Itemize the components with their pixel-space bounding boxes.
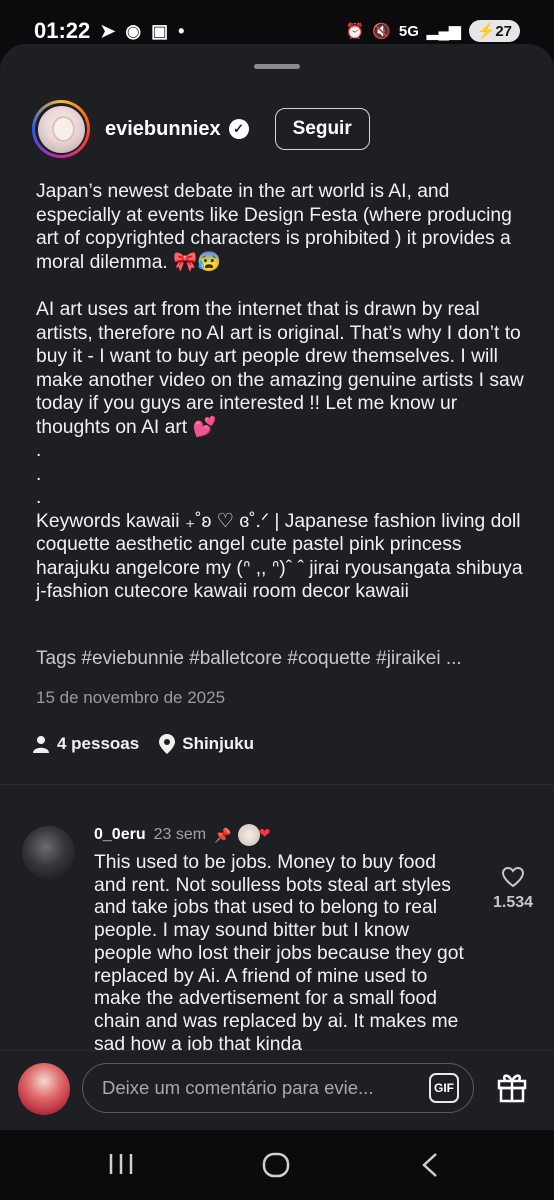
comment-input-placeholder: Deixe um comentário para evie...	[102, 1077, 374, 1098]
comment-like-count: 1.534	[492, 894, 534, 911]
back-icon[interactable]	[420, 1152, 440, 1183]
post-date: 15 de novembro de 2025	[36, 688, 226, 707]
gift-icon[interactable]	[495, 1069, 529, 1108]
heart-icon: ❤	[258, 825, 271, 841]
gif-button[interactable]: GIF	[429, 1073, 459, 1103]
telegram-icon: ➤	[100, 20, 116, 41]
tagged-people[interactable]: 4 pessoas	[32, 734, 139, 754]
author-avatar-image	[37, 105, 85, 153]
person-icon	[33, 736, 49, 753]
battery-level: 27	[495, 23, 512, 40]
post-header: eviebunniex ✓ Seguir	[32, 100, 370, 158]
alarm-icon: ⏰	[345, 23, 365, 40]
recent-apps-icon[interactable]	[108, 1152, 134, 1181]
post-location[interactable]: Shinjuku	[159, 734, 254, 754]
commenter-avatar[interactable]	[22, 826, 75, 879]
caption-dot: .	[36, 487, 42, 508]
post-caption: Japan’s newest debate in the art world i…	[36, 180, 530, 604]
tagged-people-label: 4 pessoas	[57, 734, 140, 753]
caption-paragraph: AI art uses art from the internet that i…	[36, 299, 524, 438]
comment-input[interactable]: Deixe um comentário para evie... GIF	[82, 1063, 474, 1113]
my-avatar	[18, 1063, 70, 1115]
commenter-username[interactable]: 0_0eru	[94, 826, 146, 844]
home-icon[interactable]	[262, 1152, 290, 1183]
system-navigation-bar	[0, 1130, 554, 1200]
author-avatar[interactable]	[32, 100, 90, 158]
caption-dot: .	[36, 463, 42, 485]
signal-icon: ▂▄▆	[426, 23, 461, 40]
author-username[interactable]: eviebunniex	[105, 118, 221, 141]
post-tags[interactable]: Tags #eviebunnie #balletcore #coquette #…	[36, 648, 530, 670]
location-pin-icon	[159, 734, 176, 754]
post-meta: 4 pessoas Shinjuku	[32, 734, 274, 754]
media-icon: ▣	[151, 20, 169, 41]
verified-badge-icon: ✓	[228, 119, 249, 139]
caption-paragraph: Japan’s newest debate in the art world i…	[36, 181, 512, 273]
comment-composer: Deixe um comentário para evie... GIF	[0, 1050, 554, 1130]
comment-like-button[interactable]: 1.534	[490, 866, 536, 912]
comment-time: 23 sem	[153, 826, 207, 843]
follow-button[interactable]: Seguir	[274, 108, 370, 150]
pin-icon: 📌	[214, 826, 232, 843]
more-notifications-icon: •	[178, 20, 185, 41]
location-label: Shinjuku	[182, 734, 255, 753]
status-time: 01:22	[34, 18, 91, 43]
network-label: 5G	[398, 22, 419, 40]
battery-indicator: ⚡27	[468, 20, 520, 42]
heart-outline-icon	[501, 866, 525, 888]
comments-sheet: eviebunniex ✓ Seguir Japan’s newest deba…	[0, 44, 554, 1130]
divider	[0, 784, 554, 785]
mute-icon: 🔇	[372, 23, 391, 40]
app-notification-icon: ◉	[125, 20, 142, 41]
caption-dot: .	[36, 440, 42, 461]
sheet-grabber[interactable]	[254, 64, 300, 69]
caption-paragraph: Keywords kawaii ₊˚ʚ ♡ ɞ˚.ᐟ | Japanese fa…	[36, 510, 523, 603]
liked-by-author-avatar: ❤	[237, 824, 271, 846]
